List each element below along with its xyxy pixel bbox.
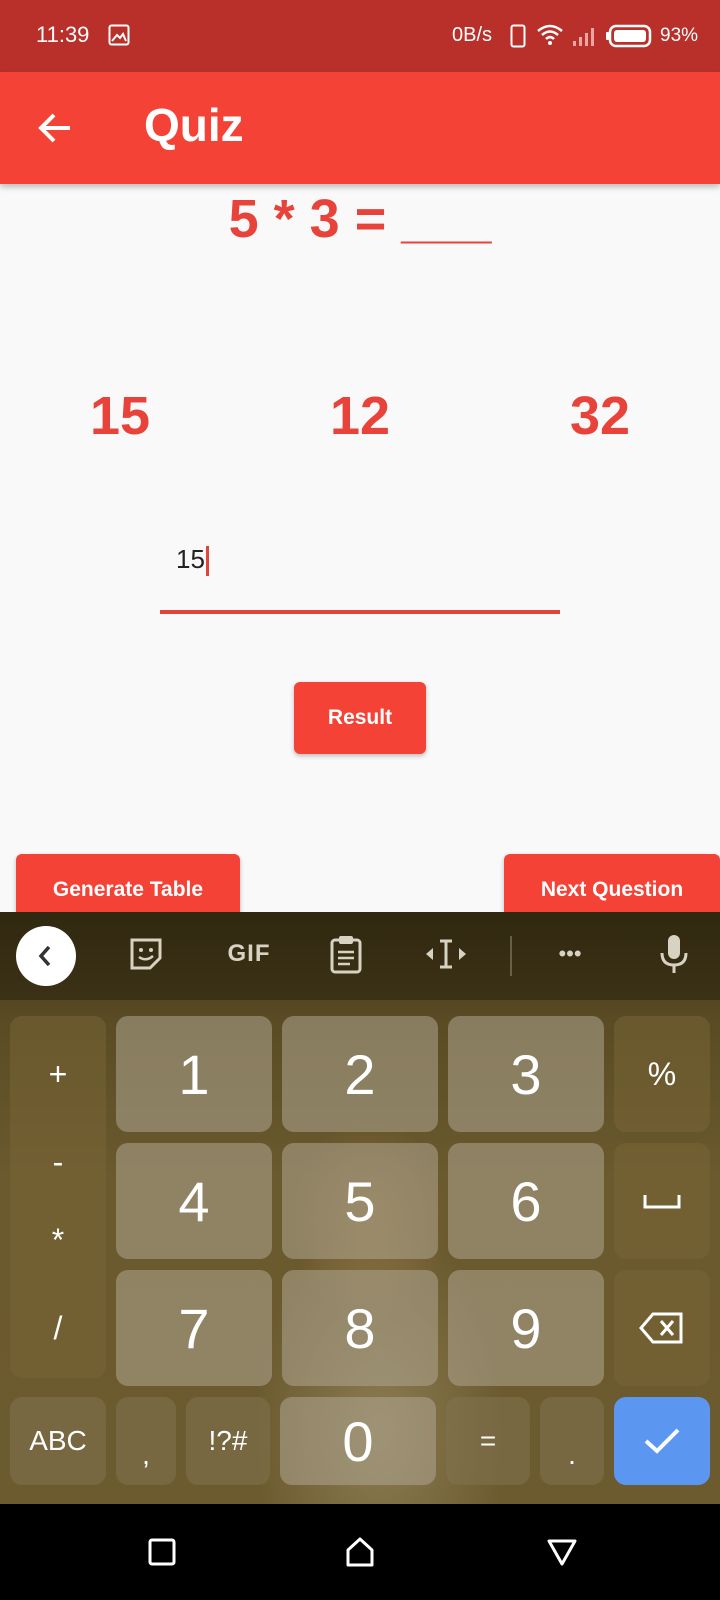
- space-icon: [643, 1195, 681, 1209]
- answer-value: 15: [176, 544, 205, 574]
- check-icon: [644, 1428, 680, 1454]
- question-text: 5 * 3 = ___: [228, 189, 492, 249]
- key-plus[interactable]: +: [10, 1016, 106, 1132]
- result-button[interactable]: Result: [294, 682, 426, 754]
- gif-button[interactable]: GIF: [222, 932, 276, 976]
- wifi-icon: [537, 24, 563, 45]
- comma-key[interactable]: ,: [116, 1397, 176, 1485]
- key-3[interactable]: 3: [448, 1016, 604, 1132]
- done-key[interactable]: [614, 1397, 710, 1485]
- arrow-left-icon[interactable]: [36, 108, 76, 148]
- space-key[interactable]: [614, 1143, 710, 1259]
- system-nav-bar: [0, 1504, 720, 1600]
- key-4[interactable]: 4: [116, 1143, 272, 1259]
- text-caret: [205, 546, 209, 577]
- home-icon[interactable]: [344, 1536, 376, 1568]
- abc-key[interactable]: ABC: [10, 1397, 106, 1485]
- backspace-icon: [639, 1312, 683, 1344]
- toolbar-divider: [510, 936, 512, 976]
- numeric-keyboard: GIF ••• + - * / 1 2 3 % 4 5 6 7 8 9 ABC …: [0, 912, 720, 1504]
- clipboard-icon[interactable]: [324, 932, 368, 976]
- keyboard-toolbar: GIF •••: [0, 912, 720, 1000]
- key-2[interactable]: 2: [282, 1016, 438, 1132]
- key-minus[interactable]: -: [10, 1144, 106, 1181]
- key-9[interactable]: 9: [448, 1270, 604, 1386]
- symbols-key[interactable]: !?#: [186, 1397, 270, 1485]
- option-1[interactable]: 15: [40, 385, 200, 447]
- battery-icon: [606, 24, 652, 48]
- chevron-left-icon[interactable]: [16, 926, 76, 986]
- signal-icon: [573, 28, 594, 46]
- key-1[interactable]: 1: [116, 1016, 272, 1132]
- net-speed: 0B/s: [452, 24, 493, 46]
- more-icon[interactable]: •••: [548, 932, 592, 976]
- answer-input[interactable]: 15: [160, 540, 560, 614]
- key-percent[interactable]: %: [614, 1016, 710, 1132]
- option-2[interactable]: 12: [280, 385, 440, 447]
- sticker-icon[interactable]: [124, 932, 168, 976]
- key-8[interactable]: 8: [282, 1270, 438, 1386]
- mic-icon[interactable]: [652, 932, 696, 976]
- key-6[interactable]: 6: [448, 1143, 604, 1259]
- back-icon[interactable]: [546, 1536, 578, 1568]
- key-divide[interactable]: /: [10, 1270, 106, 1386]
- key-5[interactable]: 5: [282, 1143, 438, 1259]
- period-key[interactable]: .: [540, 1397, 604, 1485]
- key-0[interactable]: 0: [280, 1397, 436, 1485]
- status-bar: 11:39 0B/s 93%: [0, 0, 720, 72]
- page-title: Quiz: [144, 99, 244, 151]
- app-bar: Quiz: [0, 72, 720, 184]
- text-cursor-icon[interactable]: [424, 932, 468, 976]
- recent-apps-icon[interactable]: [146, 1536, 178, 1568]
- image-icon: [108, 24, 130, 46]
- key-7[interactable]: 7: [116, 1270, 272, 1386]
- backspace-key[interactable]: [614, 1270, 710, 1386]
- key-multiply[interactable]: *: [10, 1222, 106, 1259]
- status-time: 11:39: [36, 22, 90, 47]
- battery-percent: 93%: [660, 25, 699, 46]
- option-3[interactable]: 32: [520, 385, 680, 447]
- phone-icon: [510, 24, 526, 48]
- equals-key[interactable]: =: [446, 1397, 530, 1485]
